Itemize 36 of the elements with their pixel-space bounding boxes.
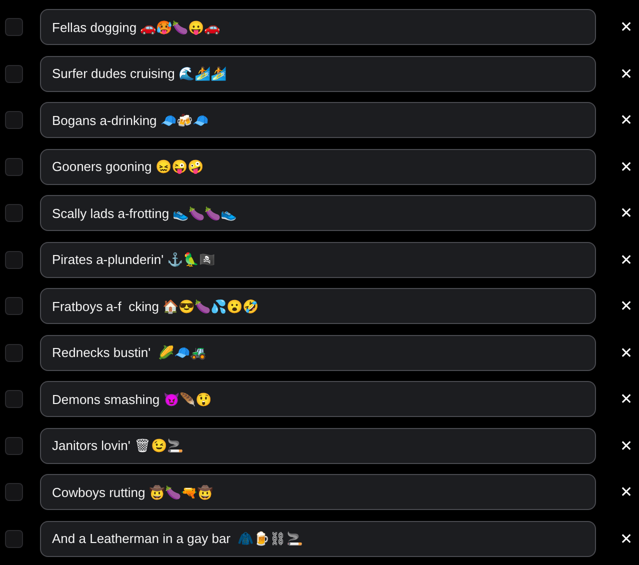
- checkbox[interactable]: [5, 483, 23, 501]
- checkbox[interactable]: [5, 158, 23, 176]
- remove-button[interactable]: ✕: [616, 483, 637, 501]
- checkbox[interactable]: [5, 64, 23, 82]
- text-field[interactable]: Pirates a-plunderin' ⚓🦜🏴‍☠: [40, 242, 596, 278]
- remove-button[interactable]: ✕: [616, 204, 637, 222]
- checkbox[interactable]: [5, 530, 23, 548]
- remove-button[interactable]: ✕: [616, 530, 637, 548]
- checkbox[interactable]: [5, 204, 23, 222]
- checkbox[interactable]: [5, 297, 23, 315]
- remove-button[interactable]: ✕: [616, 64, 637, 82]
- text-field[interactable]: Cowboys rutting 🤠🍆🔫🤠: [40, 474, 596, 510]
- text-field[interactable]: Gooners gooning 😖😜🤪: [40, 148, 596, 184]
- remove-button[interactable]: ✕: [616, 18, 637, 36]
- remove-button[interactable]: ✕: [616, 250, 637, 268]
- remove-button[interactable]: ✕: [616, 344, 637, 362]
- text-field[interactable]: Fellas dogging 🚗🥵🍆😛🚗: [40, 9, 596, 45]
- checkbox[interactable]: [5, 18, 23, 36]
- remove-button[interactable]: ✕: [616, 297, 637, 315]
- text-field[interactable]: Rednecks bustin' 🌽🧢🚜: [40, 334, 596, 370]
- text-field[interactable]: Bogans a-drinking 🧢🍻🧢: [40, 102, 596, 138]
- text-field[interactable]: Surfer dudes cruising 🌊🏄🏄: [40, 56, 596, 92]
- checkbox[interactable]: [5, 436, 23, 454]
- text-field[interactable]: And a Leatherman in a gay bar 🧥🍺⛓🚬: [40, 520, 596, 556]
- checkbox[interactable]: [5, 250, 23, 268]
- text-field[interactable]: Demons smashing 😈🪶😲: [40, 381, 596, 417]
- remove-button[interactable]: ✕: [616, 436, 637, 454]
- text-field[interactable]: Fratboys a-f cking 🏠😎🍆💦😮🤣: [40, 288, 596, 324]
- remove-button[interactable]: ✕: [616, 111, 637, 129]
- checkbox[interactable]: [5, 390, 23, 408]
- text-field[interactable]: Janitors lovin' 🗑😉🚬: [40, 428, 596, 464]
- text-field[interactable]: Scally lads a-frotting 👟🍆🍆👟: [40, 195, 596, 231]
- checkbox[interactable]: [5, 344, 23, 362]
- remove-button[interactable]: ✕: [616, 158, 637, 176]
- checkbox[interactable]: [5, 111, 23, 129]
- remove-button[interactable]: ✕: [616, 390, 637, 408]
